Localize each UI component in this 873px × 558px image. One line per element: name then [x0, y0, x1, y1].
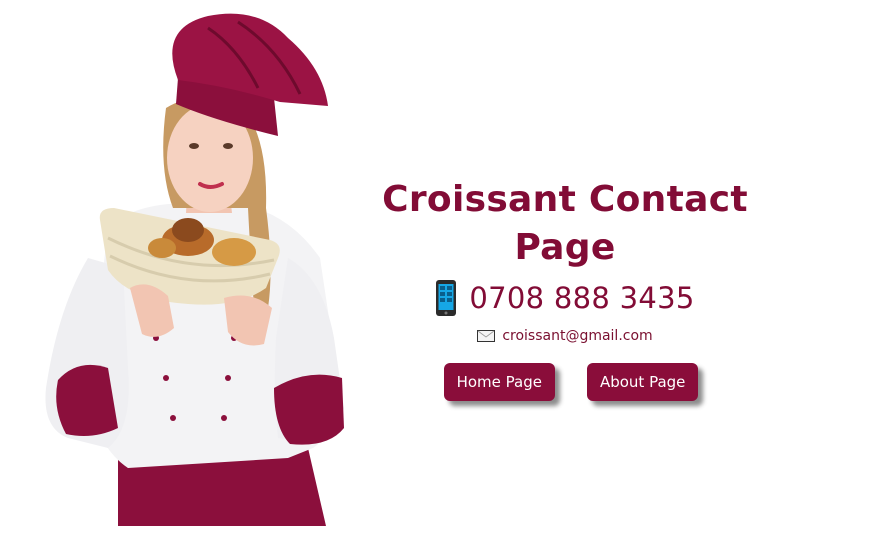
contact-page: Croissant Contact Page 0708 888 3435 cro… [0, 0, 873, 558]
mobile-phone-icon [436, 280, 457, 316]
contact-panel: Croissant Contact Page 0708 888 3435 cro… [350, 176, 780, 401]
envelope-icon [477, 330, 496, 342]
email-row: croissant@gmail.com [350, 324, 780, 348]
email-link[interactable]: croissant@gmail.com [502, 324, 652, 348]
nav-buttons: Home Page About Page [350, 363, 780, 401]
phone-number[interactable]: 0708 888 3435 [469, 276, 694, 320]
home-page-button[interactable]: Home Page [443, 363, 555, 401]
about-page-button[interactable]: About Page [586, 363, 699, 401]
chef-photo [45, 13, 344, 526]
page-title: Croissant Contact Page [382, 179, 748, 268]
phone-row: 0708 888 3435 [350, 276, 780, 320]
